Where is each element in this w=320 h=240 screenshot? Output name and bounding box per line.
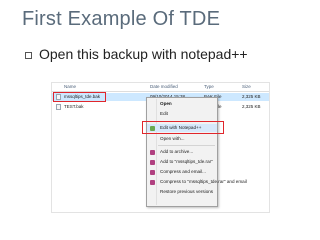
column-size[interactable]: Size [242, 84, 251, 89]
menu-item-add-to-rar[interactable]: Add to "mssqltips_tde.rar" [147, 158, 217, 166]
column-type[interactable]: Type [204, 84, 214, 89]
column-date-modified[interactable]: Date modified [150, 84, 178, 89]
menu-item-restore-previous-versions[interactable]: Restore previous versions [147, 188, 217, 196]
file-icon [56, 104, 61, 110]
file-name: TEST.bak [64, 104, 84, 109]
column-name[interactable]: Name [64, 84, 76, 89]
menu-item-label: Open [160, 101, 172, 106]
menu-item-open-with[interactable]: Open with... [147, 135, 217, 143]
menu-separator [158, 145, 215, 146]
menu-item-label: Compress to "mssqltips_tde.rar" and emai… [160, 179, 247, 184]
column-header: Name Date modified Type Size [52, 83, 269, 92]
winrar-icon [150, 169, 155, 175]
menu-item-label: Edit [160, 111, 168, 116]
menu-item-edit[interactable]: Edit [147, 110, 217, 118]
selected-file-highlight [53, 92, 106, 102]
menu-item-highlight [142, 121, 224, 134]
menu-item-compress-rar-and-email[interactable]: Compress to "mssqltips_tde.rar" and emai… [147, 178, 247, 186]
winrar-icon [150, 179, 155, 185]
winrar-icon [150, 159, 155, 165]
file-size: 2,325 KB [242, 104, 261, 109]
menu-item-label: Compress and email... [160, 169, 206, 174]
bullet-text: Open this backup with notepad++ [39, 46, 248, 62]
slide-title: First Example Of TDE [22, 8, 221, 30]
bullet-square-icon [25, 52, 32, 59]
file-size: 2,325 KB [242, 94, 261, 99]
menu-item-label: Add to "mssqltips_tde.rar" [160, 159, 213, 164]
menu-item-label: Restore previous versions [160, 189, 214, 194]
menu-item-label: Add to archive... [160, 149, 194, 154]
menu-item-add-to-archive[interactable]: Add to archive... [147, 148, 217, 156]
menu-item-label: Open with... [160, 136, 185, 141]
winrar-icon [150, 149, 155, 155]
menu-item-open[interactable]: Open [147, 100, 217, 108]
menu-item-compress-and-email[interactable]: Compress and email... [147, 168, 217, 176]
context-menu: Open Edit Edit with Notepad++ Open with.… [146, 97, 247, 207]
explorer-screenshot: Name Date modified Type Size mssqltips_t… [51, 82, 270, 213]
